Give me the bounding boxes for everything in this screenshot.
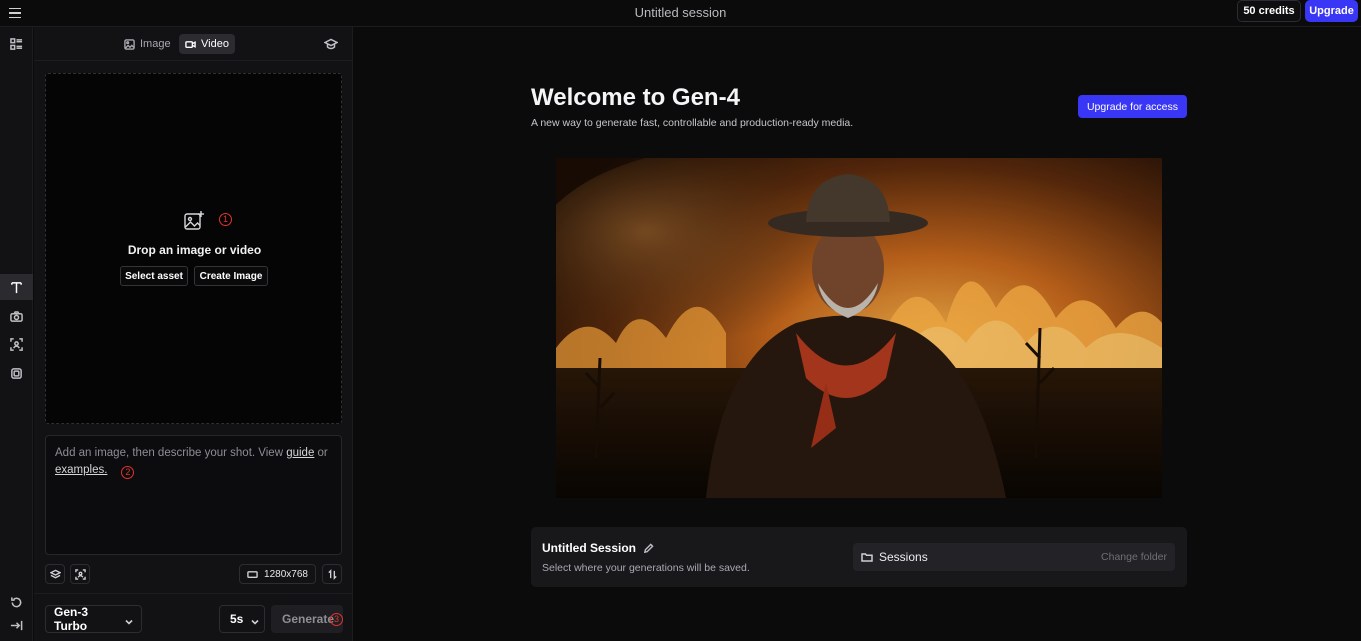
step-marker-2: 2 <box>121 466 135 479</box>
face-scan-button[interactable] <box>70 564 90 584</box>
layers-icon <box>49 569 61 578</box>
upgrade-button[interactable]: Upgrade <box>1305 0 1358 22</box>
layers-button[interactable] <box>45 564 65 584</box>
text-tool-icon[interactable] <box>0 274 33 300</box>
camera-icon[interactable] <box>0 303 33 329</box>
frames-icon[interactable] <box>0 360 33 386</box>
folder-icon <box>861 553 873 562</box>
face-scan-icon[interactable] <box>0 331 33 357</box>
prompt-input[interactable]: Add an image, then describe your shot. V… <box>45 435 342 555</box>
media-dropzone[interactable]: 1 Drop an image or video Select asset Cr… <box>45 73 342 424</box>
swap-icon <box>327 568 337 580</box>
select-asset-button[interactable]: Select asset <box>120 266 188 286</box>
cowboy-fire-scene <box>556 158 1162 498</box>
change-folder-button[interactable]: Change folder <box>1101 551 1167 563</box>
examples-link[interactable]: examples. <box>55 464 107 476</box>
tool-rail <box>0 27 33 641</box>
tab-image-label: Image <box>140 38 171 50</box>
prompt-placeholder: Add an image, then describe your shot. V… <box>55 447 287 459</box>
session-card: Untitled Session Select where your gener… <box>531 527 1187 587</box>
resolution-button[interactable]: 1280x768 <box>239 564 316 584</box>
model-select[interactable]: Gen-3 Turbo <box>45 605 142 633</box>
swap-settings-button[interactable] <box>322 564 342 584</box>
assets-grid-icon[interactable] <box>0 31 33 57</box>
duration-label: 5s <box>230 612 244 626</box>
page-subtitle: A new way to generate fast, controllable… <box>531 117 854 129</box>
generation-panel: Image Video 1 Drop an image or video Sel… <box>34 27 353 641</box>
chevron-down-icon <box>125 615 133 625</box>
generate-label: Generate <box>282 612 335 626</box>
credits-button[interactable]: 50 credits <box>1237 0 1301 22</box>
step-marker-1: 1 <box>219 213 232 226</box>
face-scan-icon <box>74 568 86 580</box>
create-image-button[interactable]: Create Image <box>194 266 268 286</box>
mode-tabs: Image Video <box>34 27 353 61</box>
session-name-label: Untitled Session <box>542 541 637 555</box>
hero-video-preview[interactable] <box>556 158 1162 498</box>
top-bar: Untitled session 50 credits Upgrade <box>0 0 1361 27</box>
aspect-ratio-icon <box>247 570 258 578</box>
graduation-cap-icon[interactable] <box>323 37 339 51</box>
session-name[interactable]: Untitled Session <box>542 541 654 555</box>
video-icon <box>185 40 196 48</box>
chevron-down-icon <box>251 615 259 625</box>
panel-divider <box>34 593 353 594</box>
dropzone-text: Drop an image or video <box>127 243 262 257</box>
pencil-icon[interactable] <box>643 542 654 554</box>
resolution-label: 1280x768 <box>264 568 308 580</box>
page-title: Welcome to Gen-4 <box>531 84 740 111</box>
upgrade-for-access-button[interactable]: Upgrade for access <box>1078 95 1187 118</box>
tab-image[interactable]: Image <box>118 34 177 54</box>
step-marker-3: 3 <box>330 613 343 626</box>
add-image-icon <box>183 210 205 232</box>
tab-video-label: Video <box>201 38 229 50</box>
session-description: Select where your generations will be sa… <box>542 562 750 574</box>
collapse-panel-icon[interactable] <box>0 612 33 638</box>
session-title[interactable]: Untitled session <box>0 5 1361 20</box>
duration-select[interactable]: 5s <box>219 605 265 633</box>
menu-icon[interactable] <box>6 4 24 22</box>
model-label: Gen-3 Turbo <box>54 605 89 633</box>
tab-video[interactable]: Video <box>179 34 235 54</box>
image-icon <box>124 38 135 50</box>
folder-name: Sessions <box>879 550 928 564</box>
prompt-placeholder-mid: or <box>314 447 328 459</box>
guide-link[interactable]: guide <box>286 447 314 459</box>
folder-selector[interactable]: Sessions Change folder <box>853 543 1175 571</box>
